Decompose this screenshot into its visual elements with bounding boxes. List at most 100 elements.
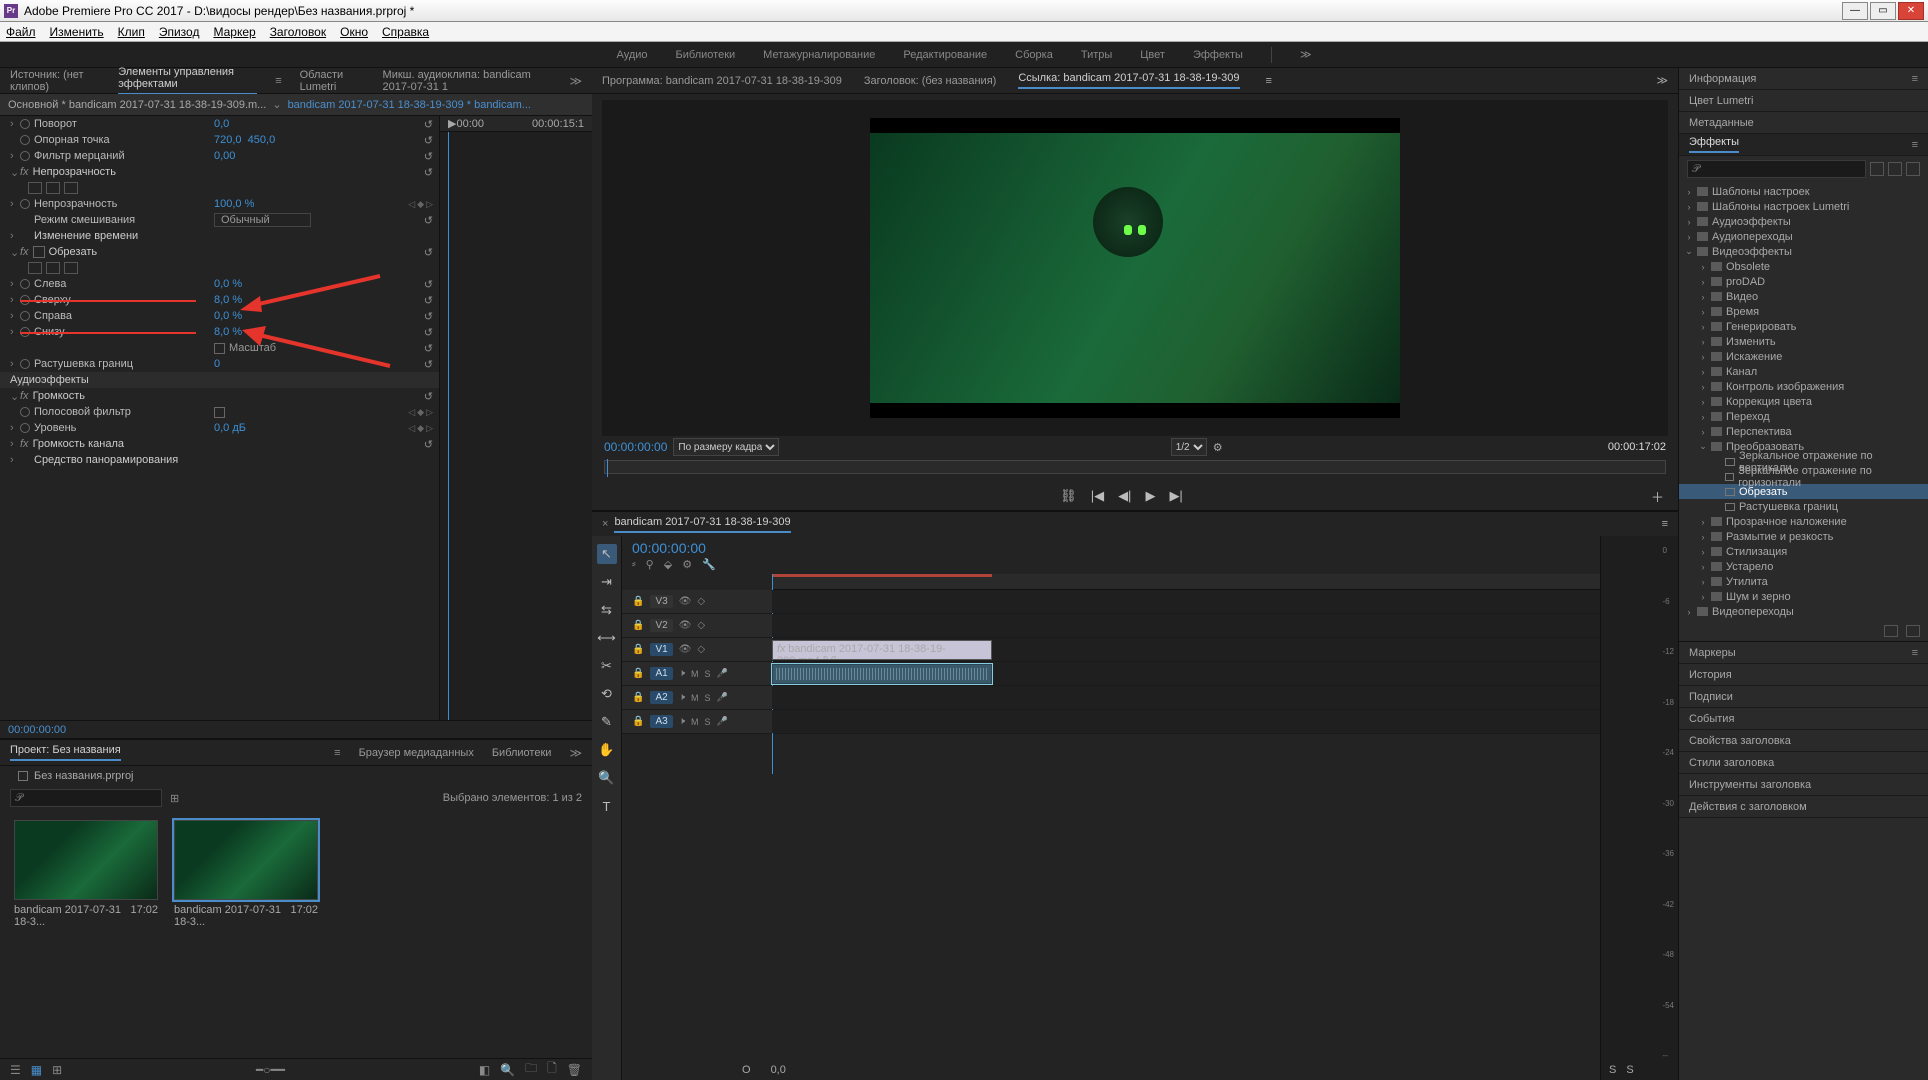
goto-in-icon[interactable]: |◀: [1091, 488, 1104, 504]
play-icon[interactable]: ▶: [1145, 488, 1155, 504]
ellipse-mask-icon[interactable]: [28, 182, 42, 194]
menu-title[interactable]: Заголовок: [270, 25, 326, 39]
ws-audio[interactable]: Аудио: [617, 49, 648, 61]
track-a1-target[interactable]: A1: [650, 667, 672, 680]
gang-icon[interactable]: ⛓: [1060, 488, 1077, 504]
project-search-input[interactable]: [10, 789, 162, 807]
snap-icon[interactable]: ⸗: [632, 558, 636, 571]
project-item[interactable]: bandicam 2017-07-31 18-3...17:02: [174, 820, 318, 928]
blend-mode-dropdown[interactable]: Обычный: [214, 213, 311, 227]
track-select-tool-icon[interactable]: ⇥: [597, 572, 617, 592]
goto-out-icon[interactable]: ▶|: [1169, 488, 1182, 504]
panel-menu-icon[interactable]: ≡: [1266, 75, 1272, 87]
new-bin-icon[interactable]: [1884, 625, 1898, 637]
new-item-icon[interactable]: 🗋: [547, 1059, 557, 1080]
fx-badge-32bit-icon[interactable]: [1888, 162, 1902, 176]
menu-sequence[interactable]: Эпизод: [159, 25, 200, 39]
rolling-tool-icon[interactable]: ⟷: [597, 628, 617, 648]
pen-mask-icon[interactable]: [64, 182, 78, 194]
panel-menu-icon[interactable]: ≡: [334, 747, 340, 759]
type-tool-icon[interactable]: T: [597, 796, 617, 816]
program-playhead[interactable]: [607, 459, 608, 477]
selection-tool-icon[interactable]: ↖: [597, 544, 617, 564]
bypass-checkbox[interactable]: [214, 407, 225, 418]
tab-program[interactable]: Программа: bandicam 2017-07-31 18-38-19-…: [602, 75, 842, 87]
automate-icon[interactable]: ◧: [479, 1063, 490, 1077]
panel-menu-icon[interactable]: ≡: [1662, 518, 1668, 530]
ec-keyframe-area[interactable]: ▶00:0000:00:15:1: [440, 116, 592, 720]
zoom-slider[interactable]: ━○━━: [256, 1063, 285, 1077]
settings-icon[interactable]: ⚙: [1213, 441, 1223, 454]
crop-right-value[interactable]: 0,0 %: [214, 310, 242, 322]
program-ruler[interactable]: [604, 460, 1666, 474]
tab-libraries[interactable]: Библиотеки: [492, 747, 552, 759]
tab-effect-controls[interactable]: Элементы управления эффектами: [118, 66, 257, 95]
timeline-timecode[interactable]: 00:00:00:00: [632, 540, 1590, 556]
zoom-tool-icon[interactable]: 🔍: [597, 768, 617, 788]
monitor-video[interactable]: [870, 118, 1400, 418]
ripple-tool-icon[interactable]: ⇆: [597, 600, 617, 620]
ws-titles[interactable]: Титры: [1081, 49, 1112, 61]
ws-assembly[interactable]: Сборка: [1015, 49, 1053, 61]
hand-tool-icon[interactable]: ✋: [597, 740, 617, 760]
pen-tool-icon[interactable]: ✎: [597, 712, 617, 732]
tabs-overflow-icon[interactable]: ≫: [569, 74, 582, 88]
panel-menu-icon[interactable]: ≡: [275, 75, 281, 87]
wrench-icon[interactable]: 🔧: [702, 558, 716, 571]
menu-file[interactable]: Файл: [6, 25, 36, 39]
new-bin-icon[interactable]: 🗀: [525, 1059, 537, 1080]
close-tab-icon[interactable]: ×: [602, 518, 608, 530]
track-v1-target[interactable]: V1: [650, 643, 672, 656]
tab-lumetri-scopes[interactable]: Области Lumetri: [300, 69, 365, 93]
marker-icon[interactable]: ⬙: [664, 558, 672, 571]
video-clip[interactable]: fx bandicam 2017-07-31 18-38-19-309.mp4 …: [772, 640, 992, 660]
delete-icon[interactable]: 🗑: [567, 1063, 582, 1077]
menu-edit[interactable]: Изменить: [50, 25, 104, 39]
settings-icon[interactable]: ⚙: [682, 558, 692, 571]
list-view-icon[interactable]: ☰: [10, 1063, 21, 1077]
program-timecode[interactable]: 00:00:00:00: [604, 440, 667, 454]
razor-tool-icon[interactable]: ✂: [597, 656, 617, 676]
timeline-ruler[interactable]: [772, 574, 1600, 590]
fx-badge-yuv-icon[interactable]: [1906, 162, 1920, 176]
ec-clip-link[interactable]: bandicam 2017-07-31 18-38-19-309 * bandi…: [288, 99, 531, 111]
tab-audio-mixer[interactable]: Микш. аудиоклипа: bandicam 2017-07-31 1: [383, 69, 552, 93]
tab-reference[interactable]: Ссылка: bandicam 2017-07-31 18-38-19-309: [1018, 72, 1239, 89]
icon-view-icon[interactable]: ▦: [31, 1063, 42, 1077]
audio-clip[interactable]: [772, 664, 992, 684]
crop-scale-checkbox[interactable]: [214, 343, 225, 354]
resolution-dropdown[interactable]: 1/2: [1171, 438, 1207, 456]
ws-color[interactable]: Цвет: [1140, 49, 1165, 61]
find-icon[interactable]: 🔍: [500, 1063, 515, 1077]
ec-playhead[interactable]: [448, 132, 449, 720]
crop-top-value[interactable]: 8,0 %: [214, 294, 242, 306]
tab-project[interactable]: Проект: Без названия: [10, 744, 121, 761]
linked-selection-icon[interactable]: ⚲: [646, 558, 654, 571]
stopwatch-icon[interactable]: [20, 119, 30, 129]
tab-media-browser[interactable]: Браузер медиаданных: [359, 747, 474, 759]
maximize-button[interactable]: ▭: [1870, 2, 1896, 20]
sequence-tab[interactable]: bandicam 2017-07-31 18-38-19-309: [614, 516, 790, 533]
add-button-icon[interactable]: ＋: [1651, 487, 1664, 506]
ws-libraries[interactable]: Библиотеки: [676, 49, 736, 61]
menu-clip[interactable]: Клип: [118, 25, 145, 39]
slip-tool-icon[interactable]: ⟲: [597, 684, 617, 704]
ws-overflow-icon[interactable]: ≫: [1300, 48, 1312, 61]
freeform-view-icon[interactable]: ⊞: [52, 1063, 62, 1077]
tab-source[interactable]: Источник: (нет клипов): [10, 69, 100, 93]
close-button[interactable]: ✕: [1898, 2, 1924, 20]
fx-badge-accel-icon[interactable]: [1870, 162, 1884, 176]
ws-metalogging[interactable]: Метажурналирование: [763, 49, 875, 61]
ws-editing[interactable]: Редактирование: [903, 49, 987, 61]
ec-ruler[interactable]: ▶00:0000:00:15:1: [440, 116, 592, 132]
delete-icon[interactable]: [1906, 625, 1920, 637]
rect-mask-icon[interactable]: [46, 182, 60, 194]
reset-icon[interactable]: ↺: [424, 118, 433, 131]
step-back-icon[interactable]: ◀|: [1118, 488, 1131, 504]
crop-bottom-value[interactable]: 8,0 %: [214, 326, 242, 338]
crop-left-value[interactable]: 0,0 %: [214, 278, 242, 290]
chevron-down-icon[interactable]: ⌄: [272, 98, 281, 111]
effects-search-input[interactable]: [1687, 160, 1866, 178]
solo-right[interactable]: S: [1626, 1064, 1633, 1076]
work-area-bar[interactable]: [772, 574, 992, 577]
